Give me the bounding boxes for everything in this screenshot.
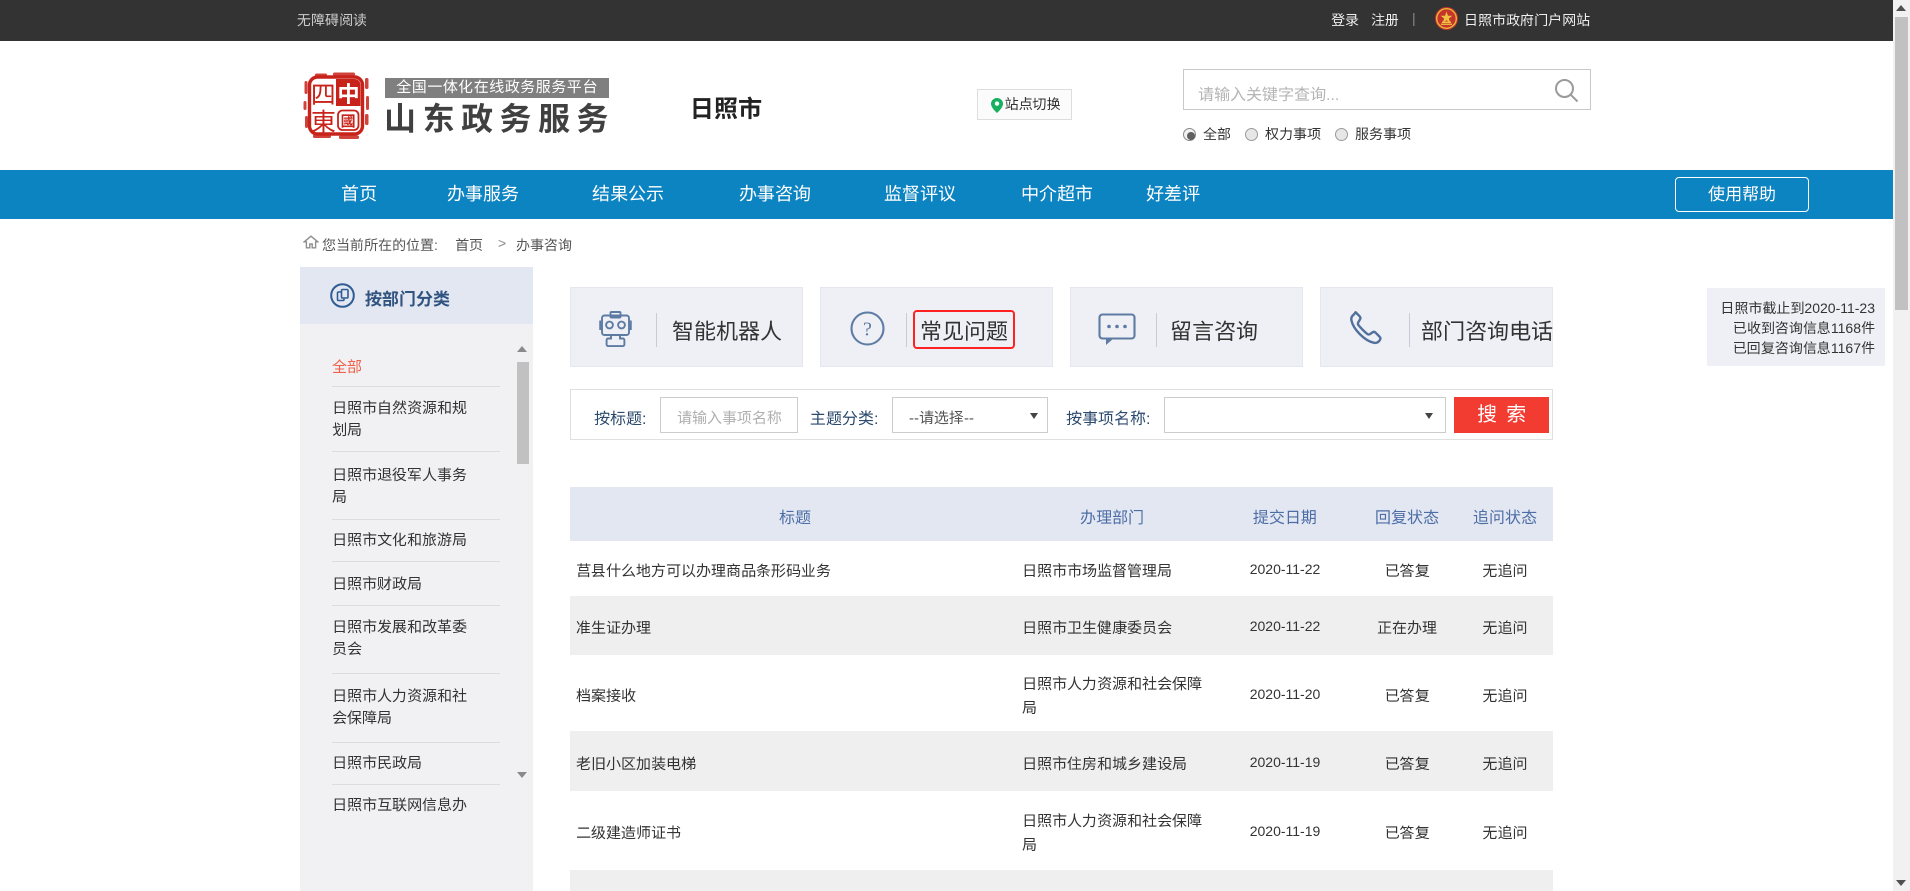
svg-text:國: 國 — [341, 111, 356, 132]
svg-text:東: 東 — [311, 103, 336, 139]
svg-text:中: 中 — [337, 77, 359, 109]
svg-text:?: ? — [863, 313, 872, 342]
